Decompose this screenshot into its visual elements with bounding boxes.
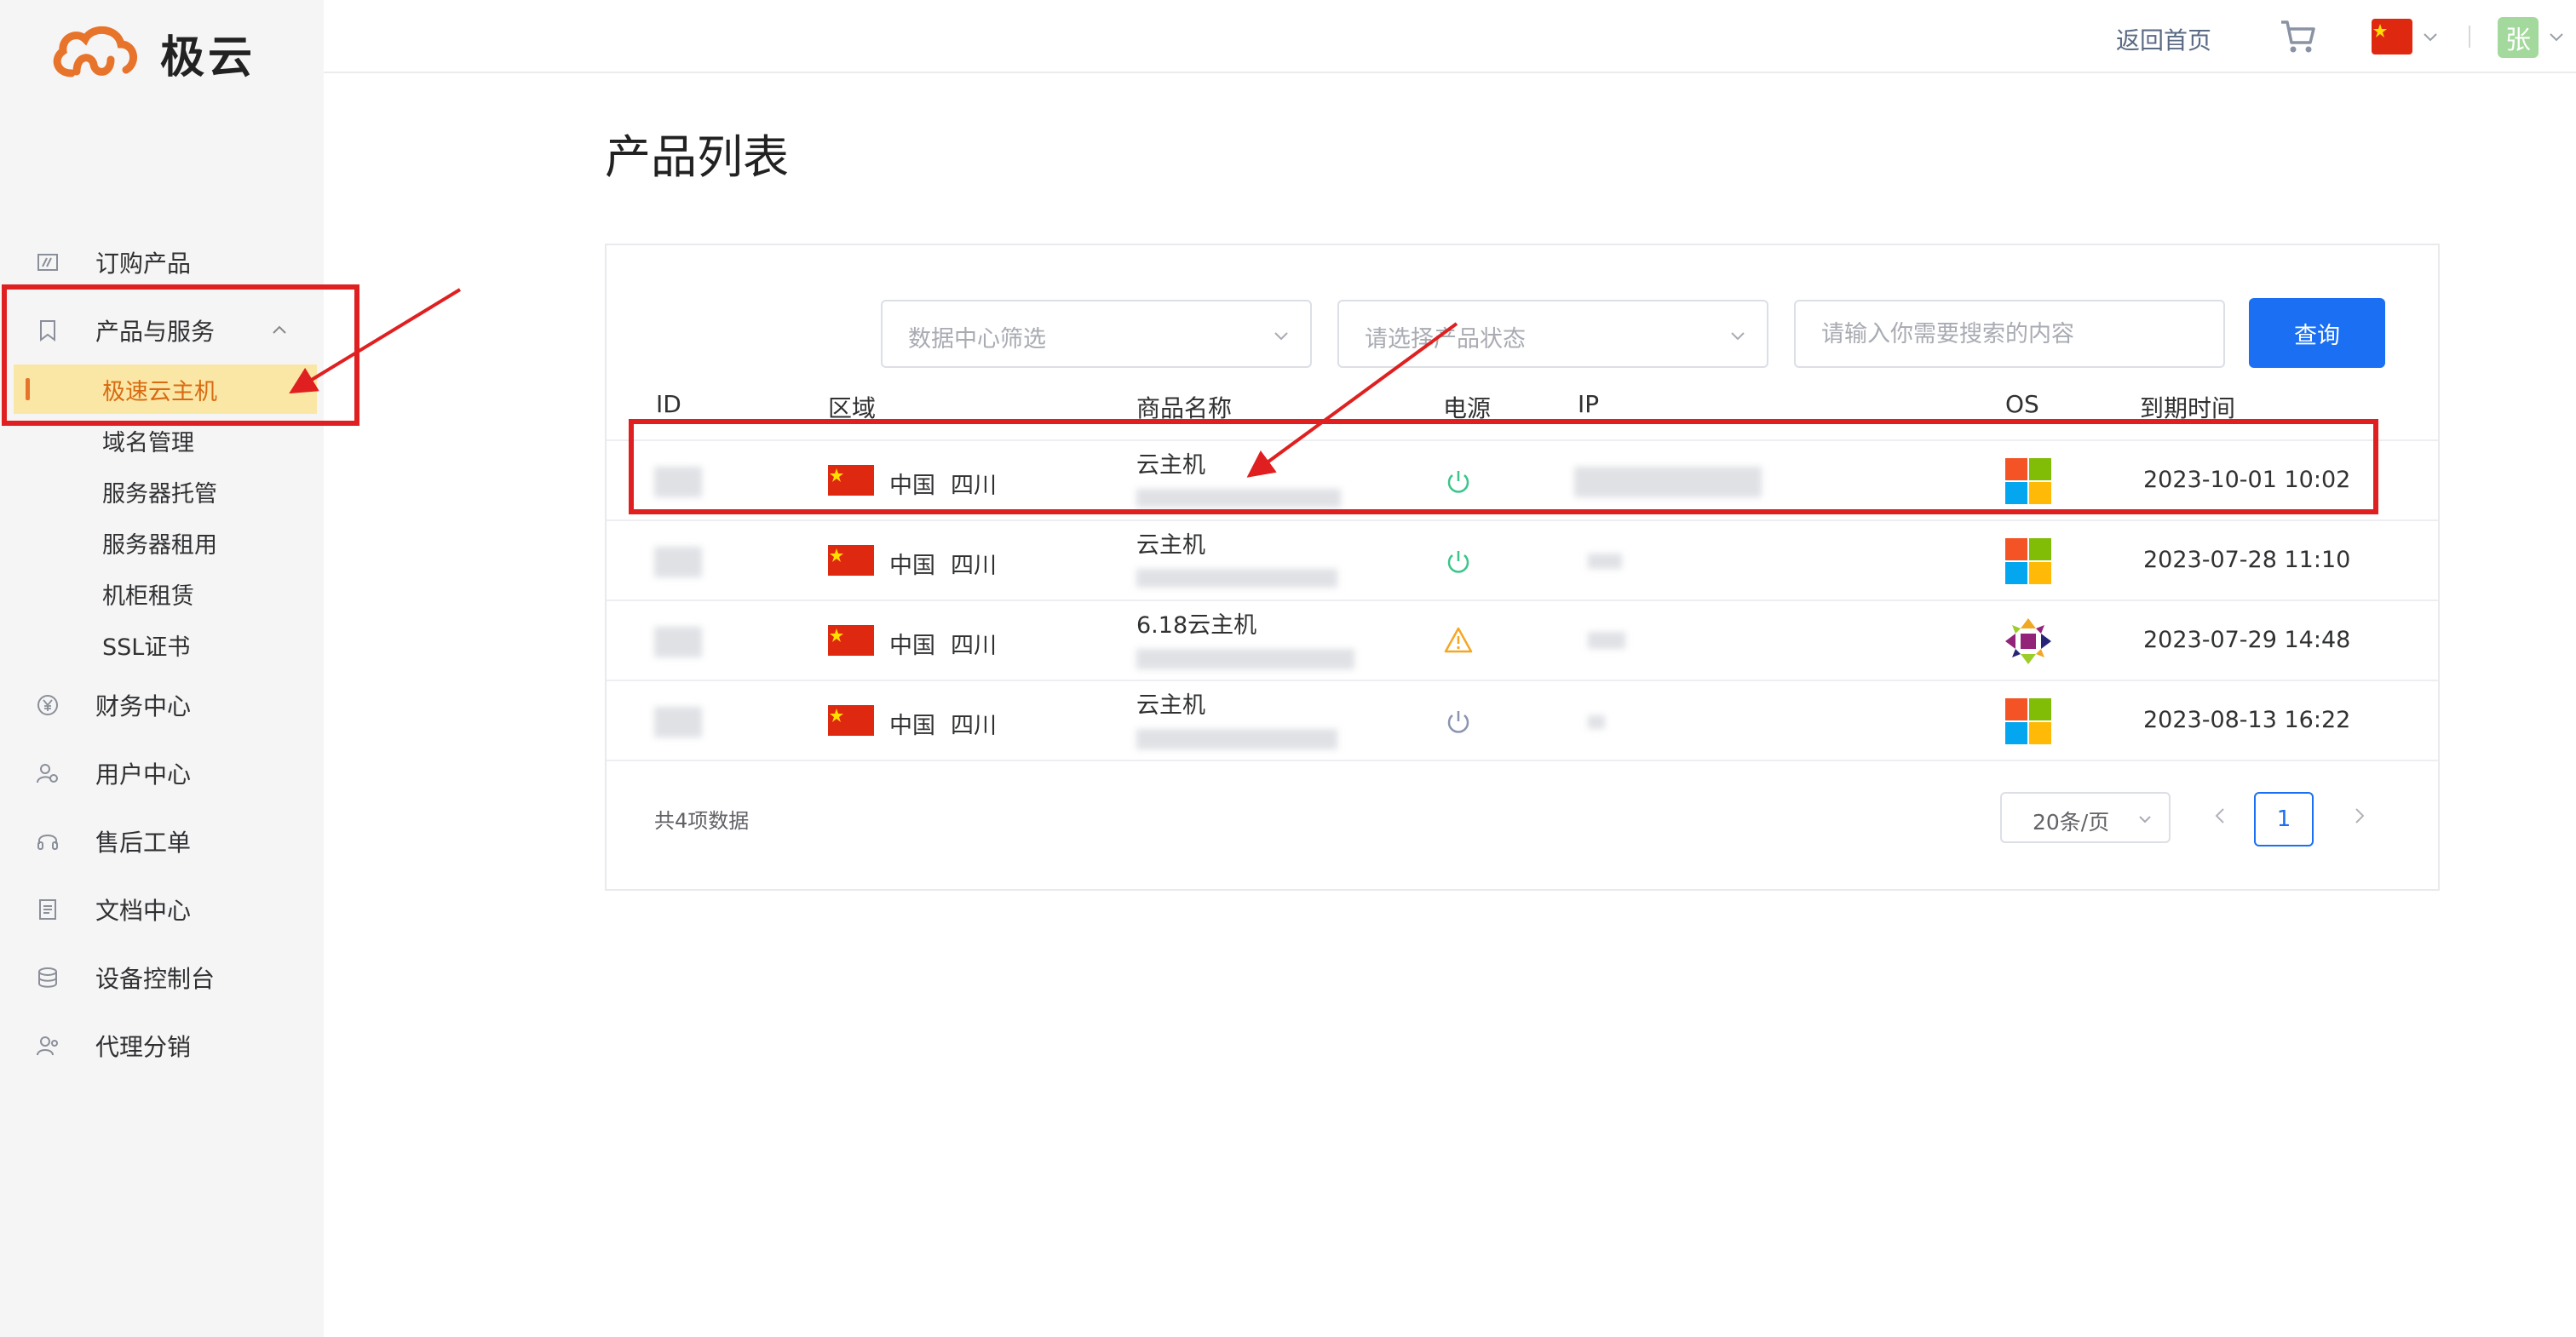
search-input-box[interactable] <box>1794 300 2225 368</box>
china-flag-icon <box>828 625 874 656</box>
user-settings-icon <box>34 760 61 787</box>
prev-page-icon[interactable] <box>2208 804 2232 828</box>
sidebar-item-label: 文档中心 <box>95 897 192 925</box>
chevron-down-icon <box>1731 332 1745 341</box>
home-link[interactable]: 返回首页 <box>2116 22 2211 56</box>
brand-logo[interactable]: 极云 <box>48 20 256 85</box>
sidebar-item-label: 财务中心 <box>95 692 192 720</box>
sidebar-item-device-console[interactable]: 设备控制台 <box>0 944 324 1012</box>
brand-name: 极云 <box>160 32 256 83</box>
sidebar-subitem-label: 域名管理 <box>102 429 194 456</box>
redacted-product-id <box>1136 729 1337 749</box>
sidebar-item-aftersales[interactable]: 售后工单 <box>0 807 324 875</box>
table-row[interactable]: 中国 四川 云主机 2023-07-28 11:10 <box>607 521 2438 601</box>
annotation-highlight-box <box>629 419 2378 514</box>
redacted-product-id <box>1136 649 1354 669</box>
redacted-id <box>654 547 702 577</box>
sidebar-item-label: 代理分销 <box>95 1033 192 1061</box>
divider <box>2469 26 2470 48</box>
headset-icon <box>34 828 61 855</box>
product-name[interactable]: 云主机 <box>1136 526 1205 559</box>
product-name[interactable]: 云主机 <box>1136 686 1205 720</box>
database-icon <box>34 964 61 991</box>
sidebar-subitem-colocation[interactable]: 服务器托管 <box>0 467 324 516</box>
select-placeholder: 数据中心筛选 <box>908 326 1046 353</box>
next-page-icon[interactable] <box>2348 804 2372 828</box>
chevron-down-icon[interactable] <box>2421 27 2440 46</box>
region-country: 中国 <box>889 713 935 739</box>
sidebar-subitem-label: SSL证书 <box>102 634 191 661</box>
chevron-down-icon[interactable] <box>2547 27 2566 46</box>
warning-icon[interactable] <box>1443 625 1474 656</box>
select-placeholder: 请选择产品状态 <box>1365 326 1526 353</box>
sidebar-item-label: 售后工单 <box>95 829 192 857</box>
windows-icon <box>2005 698 2051 744</box>
sidebar-subitem-cabinet-rental[interactable]: 机柜租赁 <box>0 569 324 618</box>
page-title: 产品列表 <box>605 130 789 184</box>
cloud-logo-icon <box>53 26 137 77</box>
redacted-ip <box>1588 632 1625 649</box>
column-header-id: ID <box>656 390 681 418</box>
region-country: 中国 <box>889 553 935 579</box>
redacted-ip <box>1588 715 1605 729</box>
page-number-button[interactable]: 1 <box>2254 792 2314 846</box>
region-province: 四川 <box>951 633 997 659</box>
table-row[interactable]: 中国 四川 云主机 2023-08-13 16:22 <box>607 681 2438 761</box>
sidebar-subitem-label: 机柜租赁 <box>102 582 194 610</box>
sidebar-subitem-ssl[interactable]: SSL证书 <box>0 620 324 669</box>
sidebar-item-label: 订购产品 <box>95 250 192 278</box>
page-size-select[interactable]: 20条/页 <box>2000 792 2171 843</box>
column-header-os: OS <box>2005 390 2039 418</box>
status-filter-select[interactable]: 请选择产品状态 <box>1337 300 1768 368</box>
total-count: 共4项数据 <box>654 809 750 833</box>
sidebar-item-finance[interactable]: 财务中心 <box>0 671 324 739</box>
sidebar-item-agent[interactable]: 代理分销 <box>0 1012 324 1080</box>
sidebar-subitem-label: 服务器托管 <box>102 480 217 508</box>
order-icon <box>34 249 61 276</box>
query-button[interactable]: 查询 <box>2249 298 2385 368</box>
sidebar-item-user-center[interactable]: 用户中心 <box>0 739 324 807</box>
china-flag-icon[interactable] <box>2372 19 2412 55</box>
redacted-ip <box>1588 554 1622 569</box>
centos-icon <box>2005 618 2051 664</box>
sidebar: 极云 订购产品 产品与服务 极速云主机 域名管理 服务器托管 服务器租用 机柜租… <box>0 0 324 1337</box>
sidebar-subitem-server-rental[interactable]: 服务器租用 <box>0 518 324 567</box>
datacenter-filter-select[interactable]: 数据中心筛选 <box>881 300 1312 368</box>
sidebar-item-label: 用户中心 <box>95 760 192 789</box>
redacted-product-id <box>1136 569 1337 588</box>
redacted-id <box>654 707 702 737</box>
cart-icon[interactable] <box>2280 19 2317 55</box>
product-name[interactable]: 6.18云主机 <box>1136 606 1256 640</box>
expiry-time: 2023-08-13 16:22 <box>2143 707 2351 733</box>
chevron-down-icon <box>1274 332 1288 341</box>
agent-icon <box>34 1032 61 1059</box>
sidebar-item-label: 设备控制台 <box>95 965 216 993</box>
top-bar: 返回首页 张 <box>324 0 2576 73</box>
china-flag-icon <box>828 705 874 736</box>
region-province: 四川 <box>951 553 997 579</box>
redacted-id <box>654 627 702 657</box>
column-header-ip: IP <box>1578 390 1600 418</box>
product-list-panel: 数据中心筛选 请选择产品状态 查询 ID 区域 商品名称 电源 IP OS 到期… <box>605 244 2440 891</box>
document-icon <box>34 896 61 923</box>
windows-icon <box>2005 538 2051 584</box>
sidebar-item-docs[interactable]: 文档中心 <box>0 875 324 944</box>
search-input[interactable] <box>1821 319 2196 348</box>
yen-icon <box>34 691 61 719</box>
annotation-highlight-box <box>2 284 359 426</box>
table-row[interactable]: 中国 四川 6.18云主机 2023-07-29 14:48 <box>607 601 2438 681</box>
page-size-value: 20条/页 <box>2033 810 2110 835</box>
chevron-down-icon <box>2139 816 2151 823</box>
expiry-time: 2023-07-28 11:10 <box>2143 547 2351 573</box>
power-off-icon[interactable] <box>1443 707 1474 737</box>
sidebar-subitem-label: 服务器租用 <box>102 531 217 559</box>
avatar[interactable]: 张 <box>2498 17 2539 58</box>
region-province: 四川 <box>951 713 997 739</box>
power-on-icon[interactable] <box>1443 547 1474 577</box>
region-country: 中国 <box>889 633 935 659</box>
expiry-time: 2023-07-29 14:48 <box>2143 627 2351 653</box>
china-flag-icon <box>828 545 874 576</box>
